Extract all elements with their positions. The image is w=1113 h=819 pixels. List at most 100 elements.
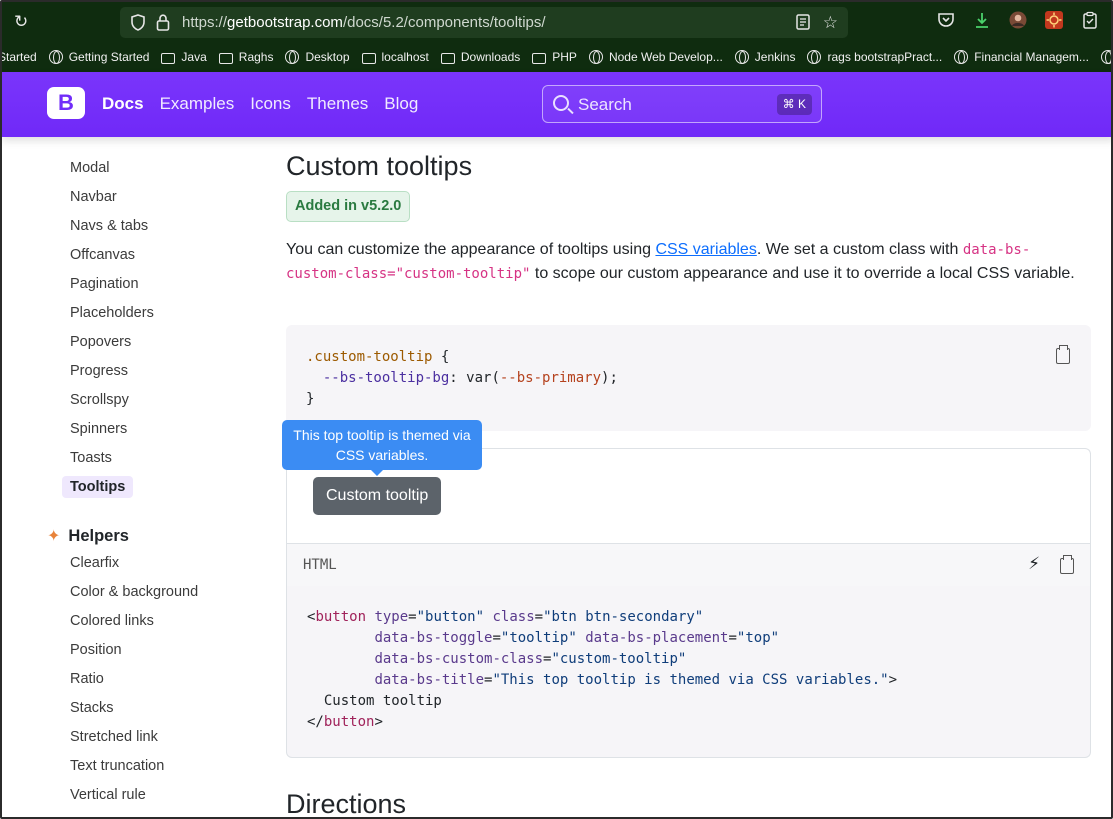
css-code: .custom-tooltip { --bs-tooltip-bg: var(-…: [306, 349, 618, 407]
code-attr: class: [492, 609, 535, 625]
bookmark-item[interactable]: Getting Started: [48, 50, 150, 64]
sidebar-item-progress[interactable]: Progress: [70, 363, 128, 379]
code-tag-name: button: [323, 714, 375, 730]
bookmark-star-icon[interactable]: ☆: [823, 13, 838, 33]
bookmark-item[interactable]: Jenkins: [734, 50, 795, 64]
sidebar-item-ratio[interactable]: Ratio: [70, 671, 104, 687]
url-text[interactable]: https://getbootstrap.com/docs/5.2/compon…: [182, 14, 546, 31]
code-attr-value: "custom-tooltip": [551, 651, 687, 667]
bookmark-label: rags bootstrapPract...: [827, 50, 943, 64]
nav-link-themes[interactable]: Themes: [307, 94, 368, 114]
folder-icon: [161, 52, 176, 64]
nav-link-blog[interactable]: Blog: [384, 94, 418, 114]
globe-icon: [285, 50, 300, 64]
reader-view-icon[interactable]: [796, 14, 810, 30]
lock-icon[interactable]: [156, 14, 170, 31]
code-attr: type: [374, 609, 409, 625]
code-attr-value: "top": [736, 630, 780, 646]
nav-link-docs[interactable]: Docs: [102, 94, 144, 114]
code-toolbar: HTML ⚡︎: [286, 543, 1091, 587]
sidebar-item-modal[interactable]: Modal: [70, 160, 110, 176]
sidebar-item-text-truncation[interactable]: Text truncation: [70, 758, 164, 774]
sidebar-item-stacks[interactable]: Stacks: [70, 700, 114, 716]
nav-link-icons[interactable]: Icons: [250, 94, 291, 114]
bookmark-item[interactable]: Node Web Develop...: [588, 50, 723, 64]
copy-clipboard-icon[interactable]: [1056, 345, 1070, 364]
sidebar-item-vertical-rule[interactable]: Vertical rule: [70, 787, 146, 803]
bookmark-label: Financial Managem...: [974, 50, 1089, 64]
sidebar-item-clearfix[interactable]: Clearfix: [70, 555, 119, 571]
css-open-brace: {: [432, 349, 450, 365]
bookmark-label: Desktop: [305, 50, 350, 64]
code-attr-value: "This top tooltip is themed via CSS vari…: [492, 672, 889, 688]
css-value-var: --bs-primary: [499, 370, 602, 386]
code-inner-text: Custom tooltip: [323, 693, 442, 709]
profile-avatar-icon[interactable]: [1009, 11, 1027, 29]
search-icon: [553, 95, 569, 111]
bookmark-item[interactable]: Raghs: [218, 50, 273, 64]
bookmark-item[interactable]: Financial Managem...: [954, 50, 1089, 64]
sidebar-item-navbar[interactable]: Navbar: [70, 189, 117, 205]
address-bar[interactable]: https://getbootstrap.com/docs/5.2/compon…: [120, 7, 848, 38]
sidebar-item-position[interactable]: Position: [70, 642, 122, 658]
sidebar-item-toasts[interactable]: Toasts: [70, 450, 112, 466]
bootstrap-logo[interactable]: B: [47, 87, 85, 119]
bookmark-item[interactable]: Java: [161, 50, 207, 64]
pocket-icon[interactable]: [937, 11, 955, 29]
nav-link-examples[interactable]: Examples: [160, 94, 235, 114]
sidebar-item-offcanvas[interactable]: Offcanvas: [70, 247, 135, 263]
html-code: <button type="button" class="btn btn-sec…: [307, 609, 898, 730]
sidebar-item-stretched-link[interactable]: Stretched link: [70, 729, 158, 745]
sidebar-item-scrollspy[interactable]: Scrollspy: [70, 392, 129, 408]
css-selector: .custom-tooltip: [306, 349, 433, 365]
clipboard-extension-icon[interactable]: [1081, 11, 1099, 29]
reload-icon[interactable]: ↻: [14, 13, 32, 31]
sidebar-item-pagination[interactable]: Pagination: [70, 276, 139, 292]
code-attr: data-bs-placement: [585, 630, 729, 646]
html-code-block: <button type="button" class="btn btn-sec…: [286, 586, 1091, 758]
css-close-brace: }: [306, 391, 315, 407]
globe-icon[interactable]: [1100, 50, 1111, 64]
sidebar-item-placeholders[interactable]: Placeholders: [70, 305, 154, 321]
globe-icon: [734, 50, 749, 64]
toolbar-icons: [937, 11, 1099, 29]
code-attr-value: "btn btn-secondary": [543, 609, 704, 625]
bookmark-item[interactable]: Desktop: [285, 50, 350, 64]
download-icon[interactable]: [973, 11, 991, 29]
version-badge: Added in v5.2.0: [286, 191, 411, 222]
sidebar-item-tooltips[interactable]: Tooltips: [62, 476, 134, 498]
bookmark-item[interactable]: PHP: [532, 50, 577, 64]
bookmark-label: PHP: [552, 50, 577, 64]
code-language-label: HTML: [303, 557, 337, 573]
bookmark-label: Node Web Develop...: [608, 50, 723, 64]
bookmark-label: Getting Started: [68, 50, 150, 64]
custom-tooltip-popup: This top tooltip is themed via CSS varia…: [282, 420, 482, 476]
custom-tooltip-button[interactable]: Custom tooltip: [313, 477, 442, 515]
copy-clipboard-icon[interactable]: [1060, 555, 1074, 574]
sidebar-item-color-background[interactable]: Color & background: [70, 584, 198, 600]
bookmark-label: localhost: [381, 50, 429, 64]
sidebar-item-spinners[interactable]: Spinners: [70, 421, 127, 437]
extension-sun-icon[interactable]: [1045, 11, 1063, 29]
sidebar-item-navs-tabs[interactable]: Navs & tabs: [70, 218, 148, 234]
docs-search-button[interactable]: Search ⌘ K: [542, 85, 822, 123]
section-heading: Custom tooltips: [286, 151, 473, 181]
globe-icon: [807, 50, 822, 64]
bookmark-item[interactable]: Started: [2, 50, 37, 64]
sidebar-item-colored-links[interactable]: Colored links: [70, 613, 154, 629]
bookmark-item[interactable]: Downloads: [440, 50, 521, 64]
directions-heading: Directions: [286, 789, 407, 819]
intro-text-2: . We set a custom class with: [756, 241, 963, 258]
docs-sidebar: Modal Navbar Navs & tabs Offcanvas Pagin…: [2, 137, 272, 817]
folder-icon: [532, 52, 547, 64]
magic-wand-icon: ✦: [47, 528, 61, 545]
bookmark-label: Downloads: [460, 50, 521, 64]
shield-icon[interactable]: [130, 14, 146, 31]
intro-paragraph: You can customize the appearance of tool…: [286, 238, 1076, 286]
bookmark-item[interactable]: rags bootstrapPract...: [807, 50, 942, 64]
bookmark-item[interactable]: localhost: [361, 50, 429, 64]
sidebar-item-popovers[interactable]: Popovers: [70, 334, 131, 350]
code-tag-name: button: [315, 609, 367, 625]
lightning-bolt-icon[interactable]: ⚡︎: [1028, 554, 1040, 574]
css-variables-link[interactable]: CSS variables: [655, 241, 756, 258]
